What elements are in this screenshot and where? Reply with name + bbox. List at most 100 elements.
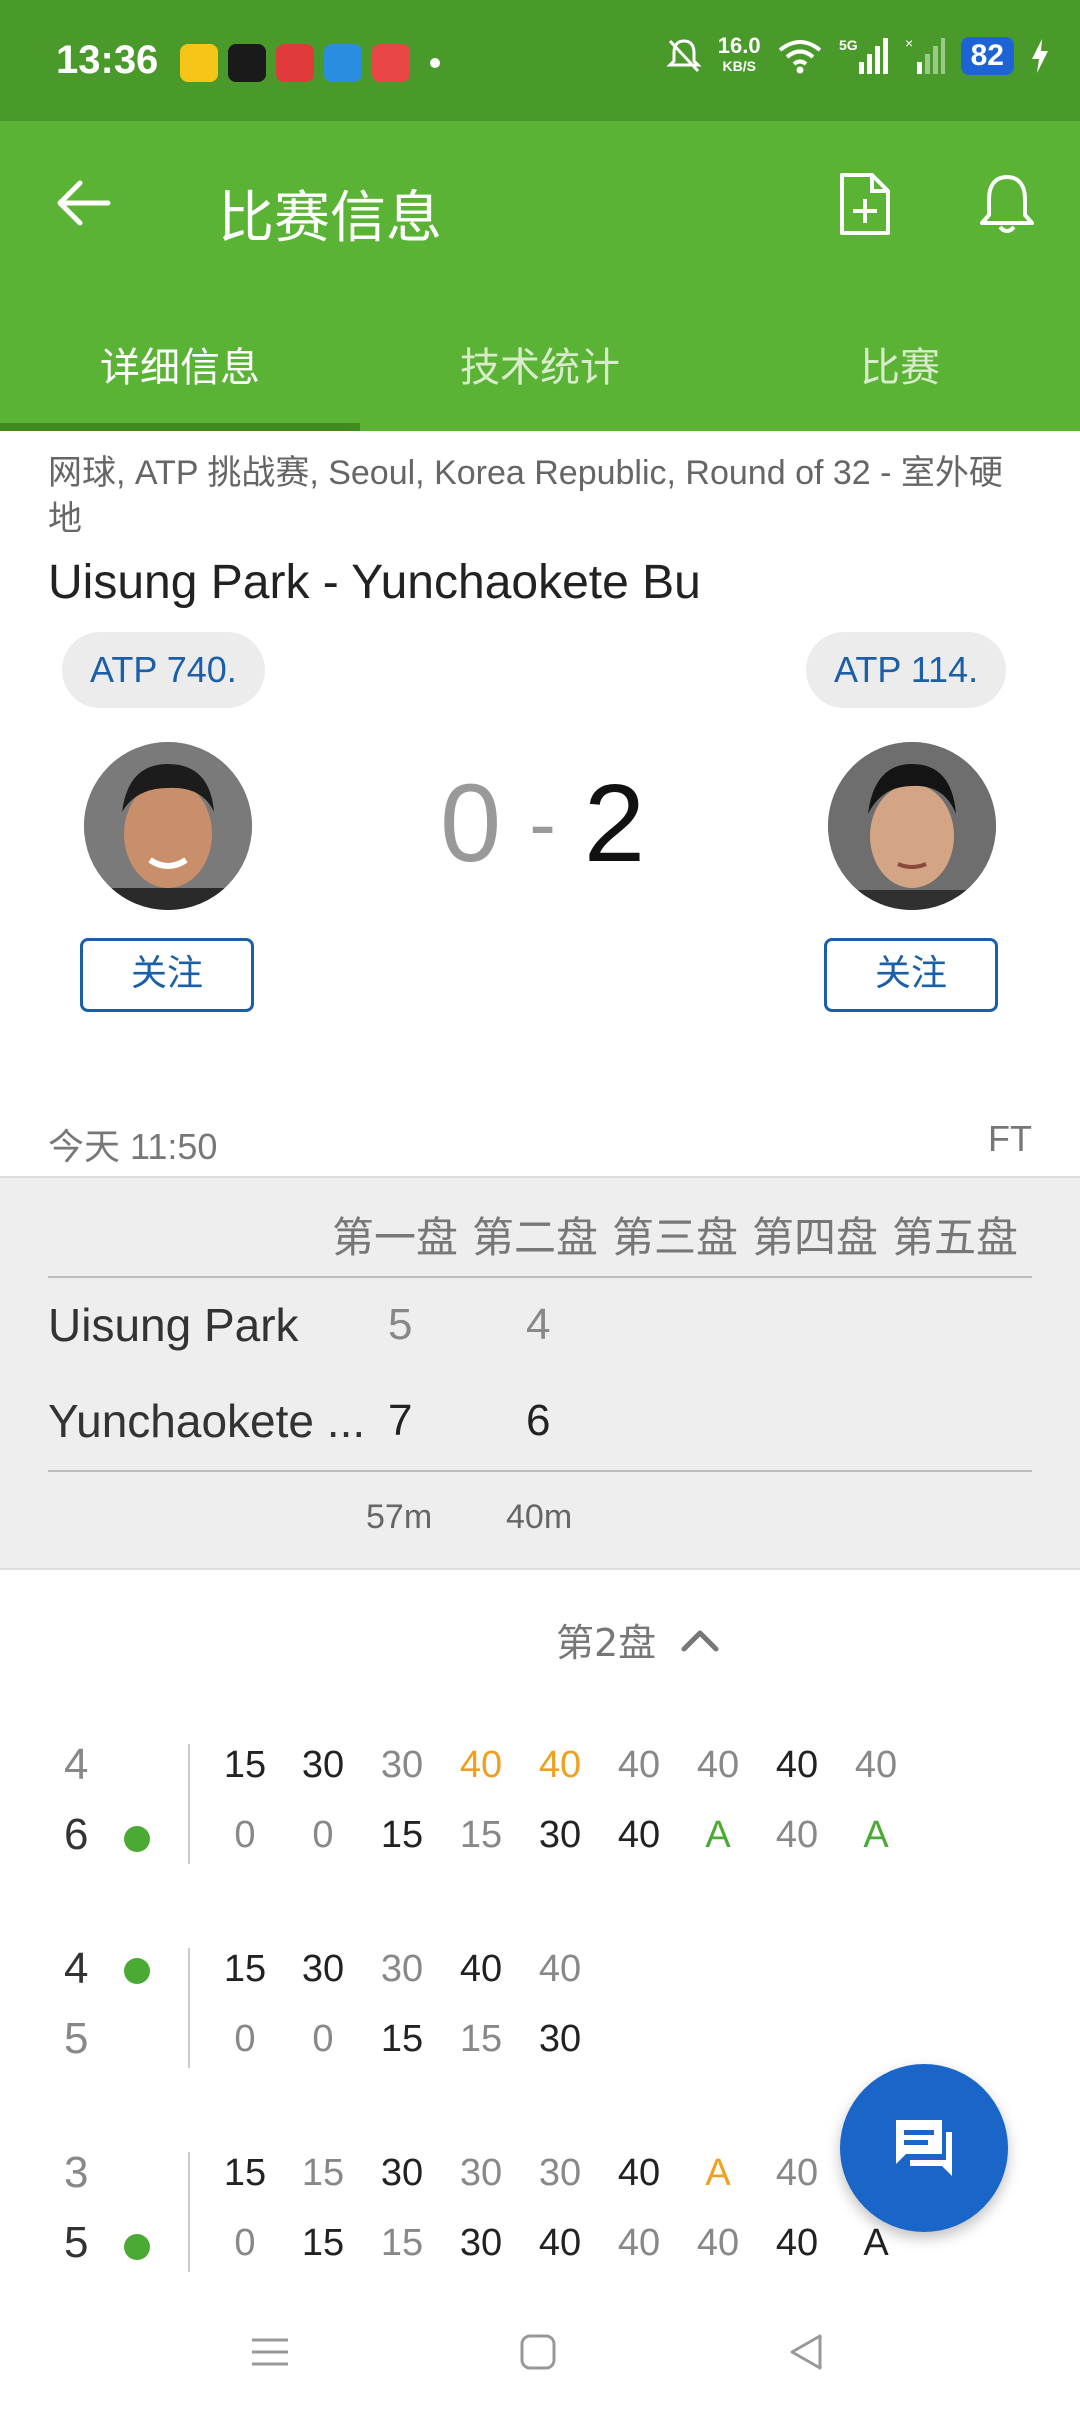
chat-button[interactable] xyxy=(840,2064,1008,2232)
point-bottom: 40 xyxy=(696,2222,740,2264)
set-score-1-1: 5 xyxy=(388,1300,413,1349)
point-top: 30 xyxy=(301,1948,345,1990)
point-bottom: 30 xyxy=(459,2222,503,2264)
right-player-rank[interactable]: ATP 114. xyxy=(806,632,1007,708)
clock: 13:36 xyxy=(56,38,159,82)
app-bar: 比赛信息 xyxy=(0,121,1080,311)
notification-icons xyxy=(180,44,440,82)
tab-statistics[interactable]: 技术统计 xyxy=(360,311,720,431)
set-player-name-1: Uisung Park xyxy=(48,1299,299,1351)
follow-right-button[interactable]: 关注 xyxy=(824,938,998,1012)
menu-icon[interactable] xyxy=(250,2332,290,2372)
point-bottom: 0 xyxy=(234,2222,256,2264)
charging-icon xyxy=(1032,39,1048,73)
left-player-rank[interactable]: ATP 740. xyxy=(62,632,265,708)
point-top: 30 xyxy=(380,1948,424,1990)
game-score-top: 4 xyxy=(64,1740,89,1789)
wifi-icon xyxy=(778,40,821,74)
point-bottom: 0 xyxy=(312,1814,334,1856)
point-bottom: A xyxy=(863,1814,889,1856)
compass-icon xyxy=(324,44,362,82)
point-top: 30 xyxy=(538,2152,582,2194)
serve-indicator xyxy=(124,1826,150,1852)
game-score-bottom: 5 xyxy=(64,2014,89,2063)
toutiao-icon xyxy=(372,44,410,82)
point-top: 30 xyxy=(459,2152,503,2194)
point-top: 30 xyxy=(380,1744,424,1786)
set-duration-1: 57m xyxy=(366,1498,433,1536)
mute-icon xyxy=(666,39,702,73)
divider xyxy=(48,1470,1032,1472)
set-header-4: 第四盘 xyxy=(752,1213,879,1262)
home-icon[interactable] xyxy=(518,2332,558,2372)
set-header-1: 第一盘 xyxy=(332,1213,459,1262)
system-nav-bar xyxy=(0,2300,1080,2414)
match-title: Uisung Park - Yunchaokete Bu xyxy=(48,556,701,609)
signal-5g-icon: 5G xyxy=(839,37,888,74)
network-speed: 16.0 KB/S xyxy=(718,35,761,76)
point-top: 15 xyxy=(223,1948,267,1990)
point-top: 40 xyxy=(617,2152,661,2194)
svg-text:×: × xyxy=(905,36,913,51)
score-right: 2 xyxy=(583,762,646,885)
divider xyxy=(188,2152,190,2272)
score-separator: - xyxy=(529,778,556,868)
game-score-bottom: 5 xyxy=(64,2218,89,2267)
point-bottom: 0 xyxy=(234,2018,256,2060)
set-headers: 第一盘 第二盘 第三盘 第四盘 第五盘 xyxy=(332,1204,1024,1265)
network-speed-unit: KB/S xyxy=(722,58,756,74)
set-score-2-2: 6 xyxy=(526,1396,551,1445)
weibo-icon xyxy=(180,44,218,82)
match-time: 今天 11:50 xyxy=(48,1126,218,1167)
point-top: A xyxy=(705,2152,731,2194)
bell-icon[interactable] xyxy=(976,171,1038,237)
tab-bar: 详细信息 技术统计 比赛 xyxy=(0,311,1080,431)
point-bottom: 15 xyxy=(380,2018,424,2060)
point-bottom: 40 xyxy=(538,2222,582,2264)
xiaohongshu-icon xyxy=(276,44,314,82)
point-bottom: 40 xyxy=(617,2222,661,2264)
status-indicators: 16.0 KB/S 5G × 82 xyxy=(666,35,1050,76)
point-bottom: 15 xyxy=(380,2222,424,2264)
point-top: 40 xyxy=(696,1744,740,1786)
set-selector[interactable]: 第2盘 xyxy=(556,1612,720,1667)
game-score-top: 4 xyxy=(64,1944,89,1993)
set-header-3: 第三盘 xyxy=(612,1213,739,1262)
set-header-2: 第二盘 xyxy=(472,1213,599,1262)
set-score-1-2: 4 xyxy=(526,1300,551,1349)
tab-details[interactable]: 详细信息 xyxy=(0,311,360,431)
point-bottom: 0 xyxy=(234,1814,256,1856)
point-bottom: A xyxy=(705,1814,731,1856)
more-notifications-dot xyxy=(430,58,440,68)
point-bottom: 40 xyxy=(775,2222,819,2264)
follow-left-button[interactable]: 关注 xyxy=(80,938,254,1012)
point-top: 40 xyxy=(459,1744,503,1786)
point-bottom: 40 xyxy=(775,1814,819,1856)
tab-match[interactable]: 比赛 xyxy=(720,311,1080,431)
match-meta: 网球, ATP 挑战赛, Seoul, Korea Republic, Roun… xyxy=(48,454,1003,538)
point-top: 40 xyxy=(854,1744,898,1786)
point-top: 30 xyxy=(380,2152,424,2194)
game-score-top: 3 xyxy=(64,2148,89,2197)
point-top: 15 xyxy=(223,1744,267,1786)
set-duration-2: 40m xyxy=(506,1498,573,1536)
back-arrow-icon[interactable] xyxy=(52,171,116,235)
point-top: 40 xyxy=(775,2152,819,2194)
point-top: 40 xyxy=(538,1744,582,1786)
left-player-avatar[interactable] xyxy=(84,742,252,910)
chevron-up-icon xyxy=(681,1630,719,1651)
serve-indicator xyxy=(124,1958,150,1984)
point-bottom: 0 xyxy=(312,2018,334,2060)
right-player-avatar[interactable] xyxy=(828,742,996,910)
set-player-name-2: Yunchaokete ... xyxy=(48,1395,366,1447)
point-bottom: 15 xyxy=(301,2222,345,2264)
back-nav-icon[interactable] xyxy=(786,2332,826,2372)
add-document-icon[interactable] xyxy=(836,171,892,237)
point-top: 15 xyxy=(301,2152,345,2194)
battery-level: 82 xyxy=(960,37,1014,75)
game-score-bottom: 6 xyxy=(64,1810,89,1859)
point-bottom: 30 xyxy=(538,1814,582,1856)
chat-icon xyxy=(896,2120,952,2176)
signal-weak-icon: × xyxy=(905,36,945,74)
set-header-5: 第五盘 xyxy=(892,1213,1019,1262)
